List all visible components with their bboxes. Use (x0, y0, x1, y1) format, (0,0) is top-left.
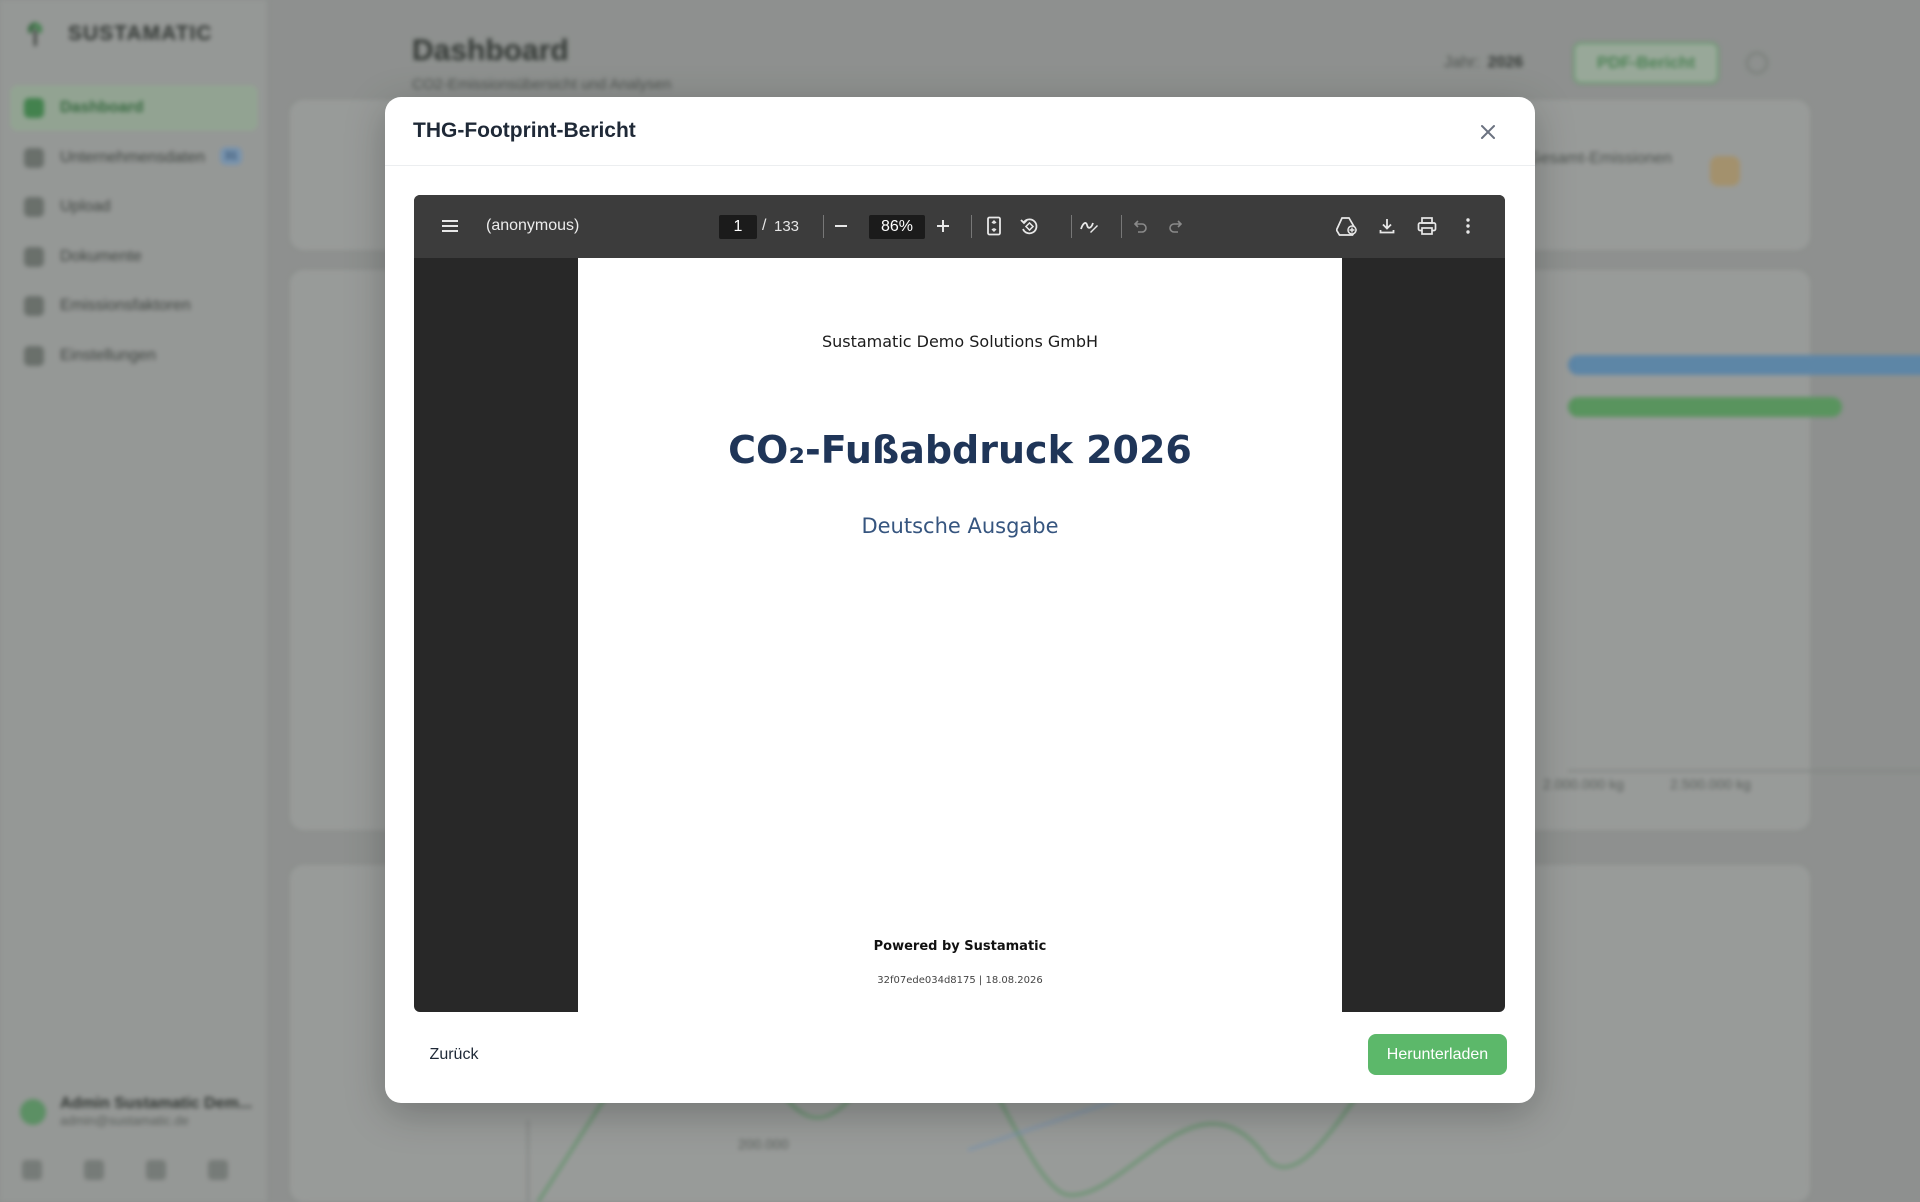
pdf-viewer: (anonymous) / 133 86% (414, 195, 1505, 1012)
zoom-level-input[interactable]: 86% (869, 215, 925, 239)
modal-header: THG-Footprint-Bericht (385, 97, 1535, 166)
toolbar-divider (1121, 215, 1122, 238)
pdf-title: CO₂-Fußabdruck 2026 (728, 428, 1192, 472)
page-number-input[interactable] (719, 215, 757, 239)
pdf-powered-by: Powered by Sustamatic (873, 939, 1047, 954)
close-button[interactable] (1475, 119, 1501, 145)
download-icon[interactable] (1375, 214, 1399, 238)
menu-icon[interactable] (438, 214, 462, 238)
close-icon (1481, 125, 1495, 139)
annotate-icon[interactable] (1077, 214, 1101, 238)
toolbar-divider (971, 215, 972, 238)
zoom-out-icon[interactable] (829, 214, 853, 238)
toolbar-divider (823, 215, 824, 238)
page-separator: / (762, 217, 767, 234)
toolbar-divider (1071, 215, 1072, 238)
fit-page-icon[interactable] (982, 214, 1006, 238)
page-total: 133 (774, 218, 800, 235)
modal-title: THG-Footprint-Bericht (413, 119, 636, 142)
pdf-subtitle: Deutsche Ausgabe (861, 514, 1059, 538)
zoom-in-icon[interactable] (931, 214, 955, 238)
pdf-toolbar: (anonymous) / 133 86% (414, 195, 1505, 258)
document-name: (anonymous) (486, 217, 580, 234)
download-button[interactable]: Herunterladen (1368, 1034, 1507, 1075)
pdf-company-name: Sustamatic Demo Solutions GmbH (821, 332, 1099, 351)
pdf-page: Sustamatic Demo Solutions GmbH CO₂-Fußab… (578, 258, 1342, 1012)
print-icon[interactable] (1415, 214, 1439, 238)
rotate-icon[interactable] (1017, 214, 1041, 238)
pdf-footer-id: 32f07ede034d8175 | 18.08.2026 (877, 975, 1043, 986)
more-options-icon[interactable] (1456, 214, 1480, 238)
drive-upload-icon[interactable] (1335, 214, 1359, 238)
redo-icon[interactable] (1164, 214, 1188, 238)
undo-icon[interactable] (1128, 214, 1152, 238)
report-modal: THG-Footprint-Bericht (anonymous) / 133 … (385, 97, 1535, 1103)
back-button[interactable]: Zurück (416, 1037, 492, 1073)
